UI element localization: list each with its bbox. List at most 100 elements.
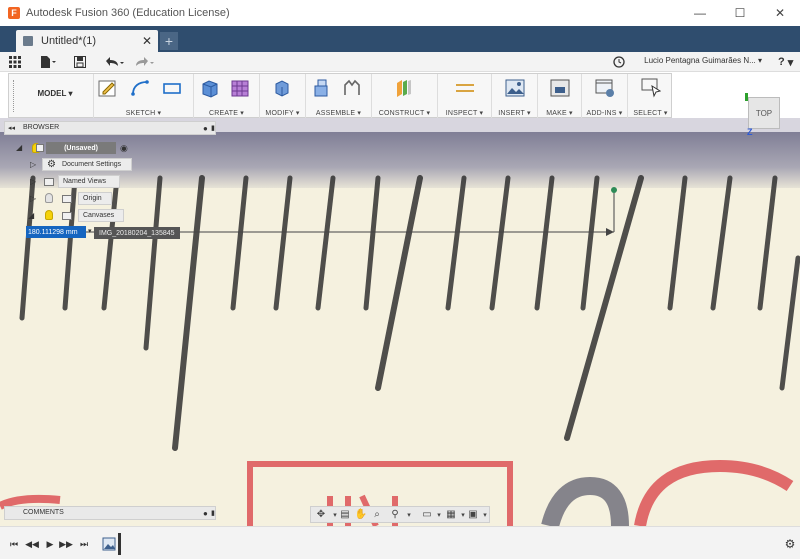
extrude-box-icon[interactable] <box>200 78 220 98</box>
rectangle-icon[interactable] <box>162 78 182 98</box>
window-controls: — ☐ ✕ <box>680 0 800 26</box>
fit-zoom-icon[interactable]: ⚲ <box>389 509 401 520</box>
origin-visibility-bulb-icon[interactable] <box>45 193 53 203</box>
modify-group[interactable]: MODIFY ▾ <box>259 74 305 119</box>
browser-item-origin[interactable]: Origin <box>78 192 112 205</box>
viewports-dropdown-icon[interactable]: ▾ <box>479 509 491 520</box>
timeline-next-icon[interactable]: ▶▶ <box>59 538 73 550</box>
document-settings-expand-icon[interactable]: ▷ <box>30 160 36 169</box>
timeline-marker[interactable] <box>118 533 121 555</box>
add-ins-group-label: ADD-INS ▾ <box>586 110 623 117</box>
workspace-switcher[interactable]: MODEL ▾ <box>21 89 89 105</box>
close-button[interactable]: ✕ <box>760 0 800 26</box>
measure-icon[interactable] <box>455 78 475 98</box>
create-sketch-icon[interactable] <box>98 78 118 98</box>
construct-group[interactable]: CONSTRUCT ▾ <box>371 74 437 119</box>
comments-title: COMMENTS <box>23 509 64 516</box>
construct-group-label: CONSTRUCT ▾ <box>378 110 431 117</box>
line-arc-icon[interactable] <box>130 78 150 98</box>
orbit-icon[interactable]: ✥ <box>315 509 327 520</box>
folder-icon <box>62 195 72 203</box>
browser-item-canvases[interactable]: Canvases <box>78 209 124 222</box>
make-group[interactable]: MAKE ▾ <box>537 74 581 119</box>
grid-snaps-icon[interactable]: ▦ <box>445 509 457 520</box>
redo-icon[interactable] <box>134 55 154 69</box>
display-settings-icon[interactable]: ▭ <box>421 509 433 520</box>
assemble-group[interactable]: ASSEMBLE ▾ <box>305 74 371 119</box>
view-cube[interactable]: TOP <box>748 97 780 129</box>
window-title: Autodesk Fusion 360 (Education License) <box>26 7 230 19</box>
data-panel-grid-icon[interactable] <box>9 55 21 69</box>
comments-panel-header[interactable]: COMMENTS ● ▮ <box>4 506 216 520</box>
select-group-label: SELECT ▾ <box>633 110 668 117</box>
file-menu-icon[interactable] <box>40 55 56 69</box>
viewports-icon[interactable]: ▣ <box>467 509 479 520</box>
tab-close-icon[interactable]: ✕ <box>142 34 152 48</box>
zoom-dropdown-icon[interactable]: ▾ <box>403 509 415 520</box>
insert-group[interactable]: INSERT ▾ <box>491 74 537 119</box>
browser-pin-icon[interactable]: ▮ <box>211 124 215 132</box>
new-tab-button[interactable]: + <box>160 32 178 50</box>
minimize-button[interactable]: — <box>680 0 720 26</box>
comments-pin-icon[interactable]: ▮ <box>211 509 215 517</box>
browser-options-icon[interactable]: ● <box>203 124 208 133</box>
joint-icon[interactable] <box>342 78 362 98</box>
timeline-previous-icon[interactable]: ◀◀ <box>25 538 39 550</box>
press-pull-icon[interactable] <box>272 78 292 98</box>
offset-plane-icon[interactable] <box>394 78 414 98</box>
timeline-last-icon[interactable]: ⏭ <box>78 538 90 550</box>
document-tab-bar: Untitled*(1) ✕ + <box>0 26 800 52</box>
sketch-group[interactable]: SKETCH ▾ <box>93 74 193 119</box>
maximize-button[interactable]: ☐ <box>720 0 760 26</box>
insert-group-label: INSERT ▾ <box>498 110 531 117</box>
new-component-icon[interactable] <box>312 78 332 98</box>
create-group[interactable]: CREATE ▾ <box>193 74 259 119</box>
document-tab[interactable]: Untitled*(1) ✕ <box>16 30 158 52</box>
browser-panel-header[interactable]: ◂◂ BROWSER ● ▮ <box>4 121 216 135</box>
browser-item-document-settings[interactable]: ⚙ Document Settings <box>42 158 132 171</box>
undo-icon[interactable] <box>104 55 124 69</box>
insert-canvas-icon[interactable] <box>505 78 525 98</box>
collapse-browser-icon[interactable]: ◂◂ <box>8 124 15 132</box>
origin-expand-icon[interactable]: ▷ <box>30 194 36 203</box>
display-dropdown-icon[interactable]: ▾ <box>433 509 445 520</box>
select-group[interactable]: SELECT ▾ <box>627 74 673 119</box>
add-ins-group[interactable]: ADD-INS ▾ <box>581 74 627 119</box>
timeline-settings-gear-icon[interactable]: ⚙ <box>784 537 796 551</box>
timeline-play-icon[interactable]: ▶ <box>44 538 56 550</box>
canvas-name-label[interactable]: IMG_20180204_135845 <box>94 227 180 239</box>
dimension-input[interactable]: 180.111298 mm <box>26 226 86 238</box>
save-icon[interactable] <box>74 55 86 69</box>
inspect-group[interactable]: INSPECT ▾ <box>437 74 491 119</box>
root-expand-icon[interactable]: ◢ <box>16 143 22 152</box>
help-icon[interactable]: ? ▾ <box>778 55 793 69</box>
browser-root-item[interactable]: (Unsaved) <box>46 142 116 154</box>
ruler-photo <box>0 175 800 526</box>
title-bar: F Autodesk Fusion 360 (Education License… <box>0 0 800 26</box>
named-views-expand-icon[interactable]: ▷ <box>30 177 36 186</box>
form-mesh-icon[interactable] <box>230 78 250 98</box>
3d-print-icon[interactable] <box>550 78 570 98</box>
look-at-icon[interactable]: ▤ <box>339 509 351 520</box>
job-status-clock-icon[interactable] <box>613 55 625 69</box>
navigation-bar: ✥ ▾ ▤ ✋ ⌕ ⚲ ▾ ▭ ▾ ▦ ▾ ▣ ▾ <box>310 506 490 523</box>
document-tab-title: Untitled*(1) <box>41 35 97 47</box>
activate-component-icon[interactable]: ◉ <box>120 143 128 154</box>
toolbar-ribbon: MODEL ▾ SKETCH ▾ CREATE ▾ MODIFY ▾ ASSEM… <box>8 73 673 119</box>
select-cursor-icon[interactable] <box>641 78 661 98</box>
timeline-bar: ⏮ ◀◀ ▶ ▶▶ ⏭ ⚙ <box>0 526 800 559</box>
canvases-expand-icon[interactable]: ◢ <box>28 211 34 220</box>
scripts-addins-icon[interactable] <box>595 78 615 98</box>
browser-title: BROWSER <box>23 124 60 131</box>
timeline-first-icon[interactable]: ⏮ <box>8 538 20 550</box>
canvases-visibility-bulb-icon[interactable] <box>45 210 53 220</box>
browser-item-named-views[interactable]: Named Views <box>58 175 120 188</box>
dimension-dropdown-icon[interactable]: ▾ <box>88 227 92 235</box>
pan-hand-icon[interactable]: ✋ <box>355 509 367 520</box>
comments-add-icon[interactable]: ● <box>203 509 208 518</box>
zoom-icon[interactable]: ⌕ <box>371 509 383 520</box>
user-account-menu[interactable]: Lucio Pentagna Guimarães N... ▾ <box>644 56 762 65</box>
timeline-canvas-feature-icon[interactable] <box>102 537 116 551</box>
viewport-canvas[interactable] <box>0 118 800 526</box>
ribbon-grip[interactable] <box>13 80 15 112</box>
